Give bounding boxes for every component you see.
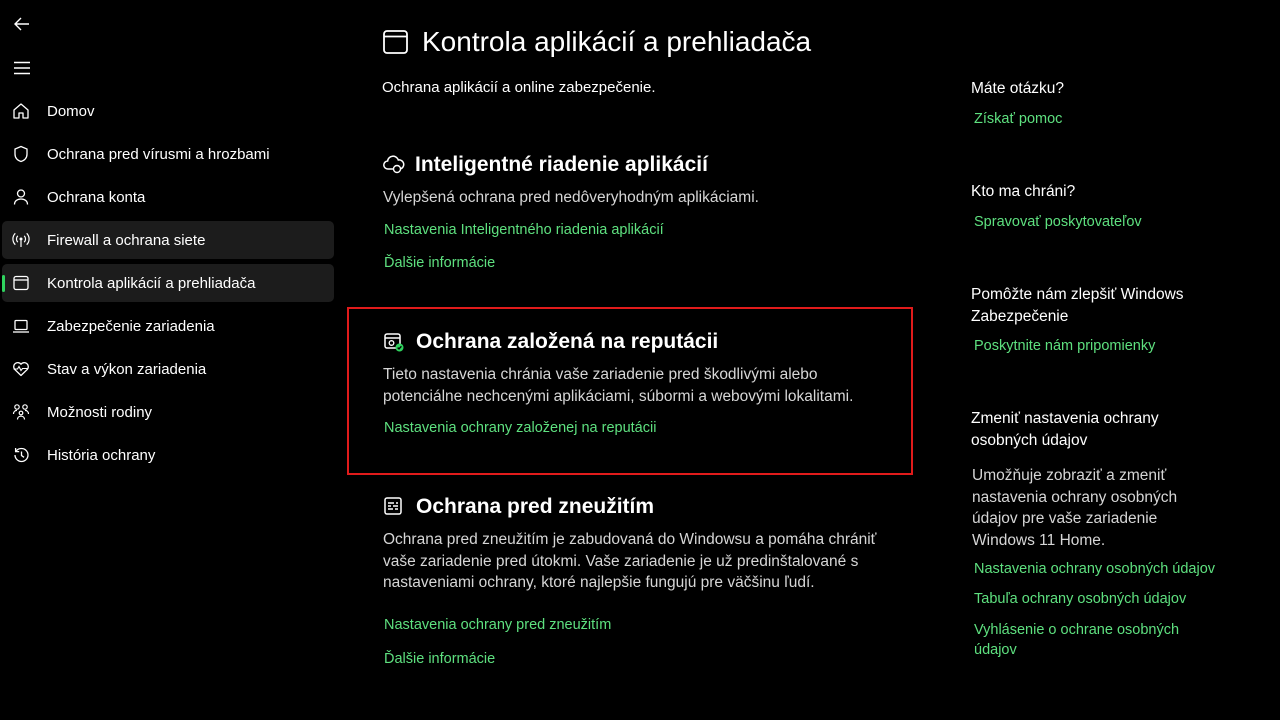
page-subtitle: Ochrana aplikácií a online zabezpečenie. [382,79,656,96]
sidebar-item-firewall[interactable]: Firewall a ochrana siete [2,221,334,259]
section-description: Vylepšená ochrana pred nedôveryhodným ap… [383,189,759,206]
sidebar-item-app-browser-control[interactable]: Kontrola aplikácií a prehliadača [2,264,334,302]
text-line: Umožňuje zobraziť a zmeniť [972,467,1167,484]
privacy-heading: Zmeniť nastavenia ochrany osobných údajo… [971,408,1231,452]
learn-more-link[interactable]: Ďalšie informácie [384,651,495,667]
question-heading: Máte otázku? [971,80,1065,97]
smart-app-control-settings-link[interactable]: Nastavenia Inteligentného riadenia aplik… [384,222,664,238]
privacy-settings-link[interactable]: Nastavenia ochrany osobných údajov [974,559,1224,579]
give-feedback-link[interactable]: Poskytnite nám pripomienky [974,336,1224,356]
sidebar-item-account-protection[interactable]: Ochrana konta [2,178,334,216]
sidebar-item-label: Domov [47,102,95,120]
home-icon [12,102,30,120]
sidebar-item-label: Možnosti rodiny [47,403,153,421]
manage-providers-link[interactable]: Spravovať poskytovateľov [974,212,1224,232]
privacy-statement-link[interactable]: Vyhlásenie o ochrane osobných údajov [974,620,1224,660]
heading-line: Pomôžte nám zlepšiť Windows [971,286,1184,303]
text-line: nastavenia ochrany osobných [972,488,1178,506]
learn-more-link[interactable]: Ďalšie informácie [384,255,495,271]
sidebar-item-label: Ochrana konta [47,188,146,206]
sidebar-item-home[interactable]: Domov [2,92,334,130]
reputation-protection-settings-link[interactable]: Nastavenia ochrany založenej na reputáci… [384,420,656,436]
laptop-icon [12,317,30,335]
hamburger-menu-icon[interactable] [12,58,32,78]
sidebar-item-label: História ochrany [47,446,156,464]
reputation-protection-icon [383,331,405,353]
app-window-icon [382,29,410,55]
description-line: vaše zariadenie pred útokmi. Vaše zariad… [383,552,859,570]
sidebar-item-family-options[interactable]: Možnosti rodiny [2,393,334,431]
section-description: Tieto nastavenia chránia vaše zariadenie… [383,364,853,407]
back-arrow-icon[interactable] [12,14,32,34]
text-line: Windows 11 Home. [972,531,1106,549]
feedback-heading: Pomôžte nám zlepšiť Windows Zabezpečenie [971,284,1231,328]
sidebar-item-label: Zabezpečenie zariadenia [47,317,215,335]
heart-pulse-icon [12,360,30,378]
wifi-signal-icon [12,231,30,249]
section-description: Ochrana pred zneužitím je zabudovaná do … [383,529,877,594]
description-line: potenciálne nechcenými aplikáciami, súbo… [383,387,854,405]
section-title: Ochrana založená na reputácii [416,330,719,353]
family-icon [12,403,30,421]
section-title: Inteligentné riadenie aplikácií [415,153,708,176]
get-help-link[interactable]: Získať pomoc [974,109,1224,129]
sidebar-item-device-security[interactable]: Zabezpečenie zariadenia [2,307,334,345]
link-line: Vyhlásenie o ochrane osobných [974,622,1180,638]
page-title: Kontrola aplikácií a prehliadača [422,26,812,57]
text-line: údajov pre vaše zariadenie [972,510,1158,527]
app-window-icon [12,274,30,292]
sidebar-item-label: Firewall a ochrana siete [47,231,206,249]
sidebar-item-label: Kontrola aplikácií a prehliadača [47,274,256,292]
section-title: Ochrana pred zneužitím [416,495,655,518]
description-line: Ochrana pred zneužitím je zabudovaná do … [383,531,877,548]
sidebar-item-virus-protection[interactable]: Ochrana pred vírusmi a hrozbami [2,135,334,173]
heading-line: osobných údajov [971,432,1088,449]
exploit-protection-icon [383,496,405,518]
sidebar-item-protection-history[interactable]: História ochrany [2,436,334,474]
sidebar-item-label: Stav a výkon zariadenia [47,360,207,378]
exploit-protection-settings-link[interactable]: Nastavenia ochrany pred zneužitím [384,617,611,633]
privacy-dashboard-link[interactable]: Tabuľa ochrany osobných údajov [974,589,1224,609]
link-line: údajov [974,642,1017,658]
sidebar-item-device-health[interactable]: Stav a výkon zariadenia [2,350,334,388]
description-line: Tieto nastavenia chránia vaše zariadenie… [383,366,818,383]
smart-app-control-icon [383,153,405,175]
person-icon [12,188,30,206]
shield-icon [12,145,30,163]
description-line: nastaveniami ochrany, ktoré najlepšie fu… [383,574,815,591]
selection-indicator [2,275,5,292]
history-icon [12,446,30,464]
who-protects-heading: Kto ma chráni? [971,183,1076,200]
heading-line: Zabezpečenie [971,308,1069,325]
privacy-description: Umožňuje zobraziť a zmeniť nastavenia oc… [972,465,1202,551]
sidebar-item-label: Ochrana pred vírusmi a hrozbami [47,145,270,163]
heading-line: Zmeniť nastavenia ochrany [971,410,1159,427]
